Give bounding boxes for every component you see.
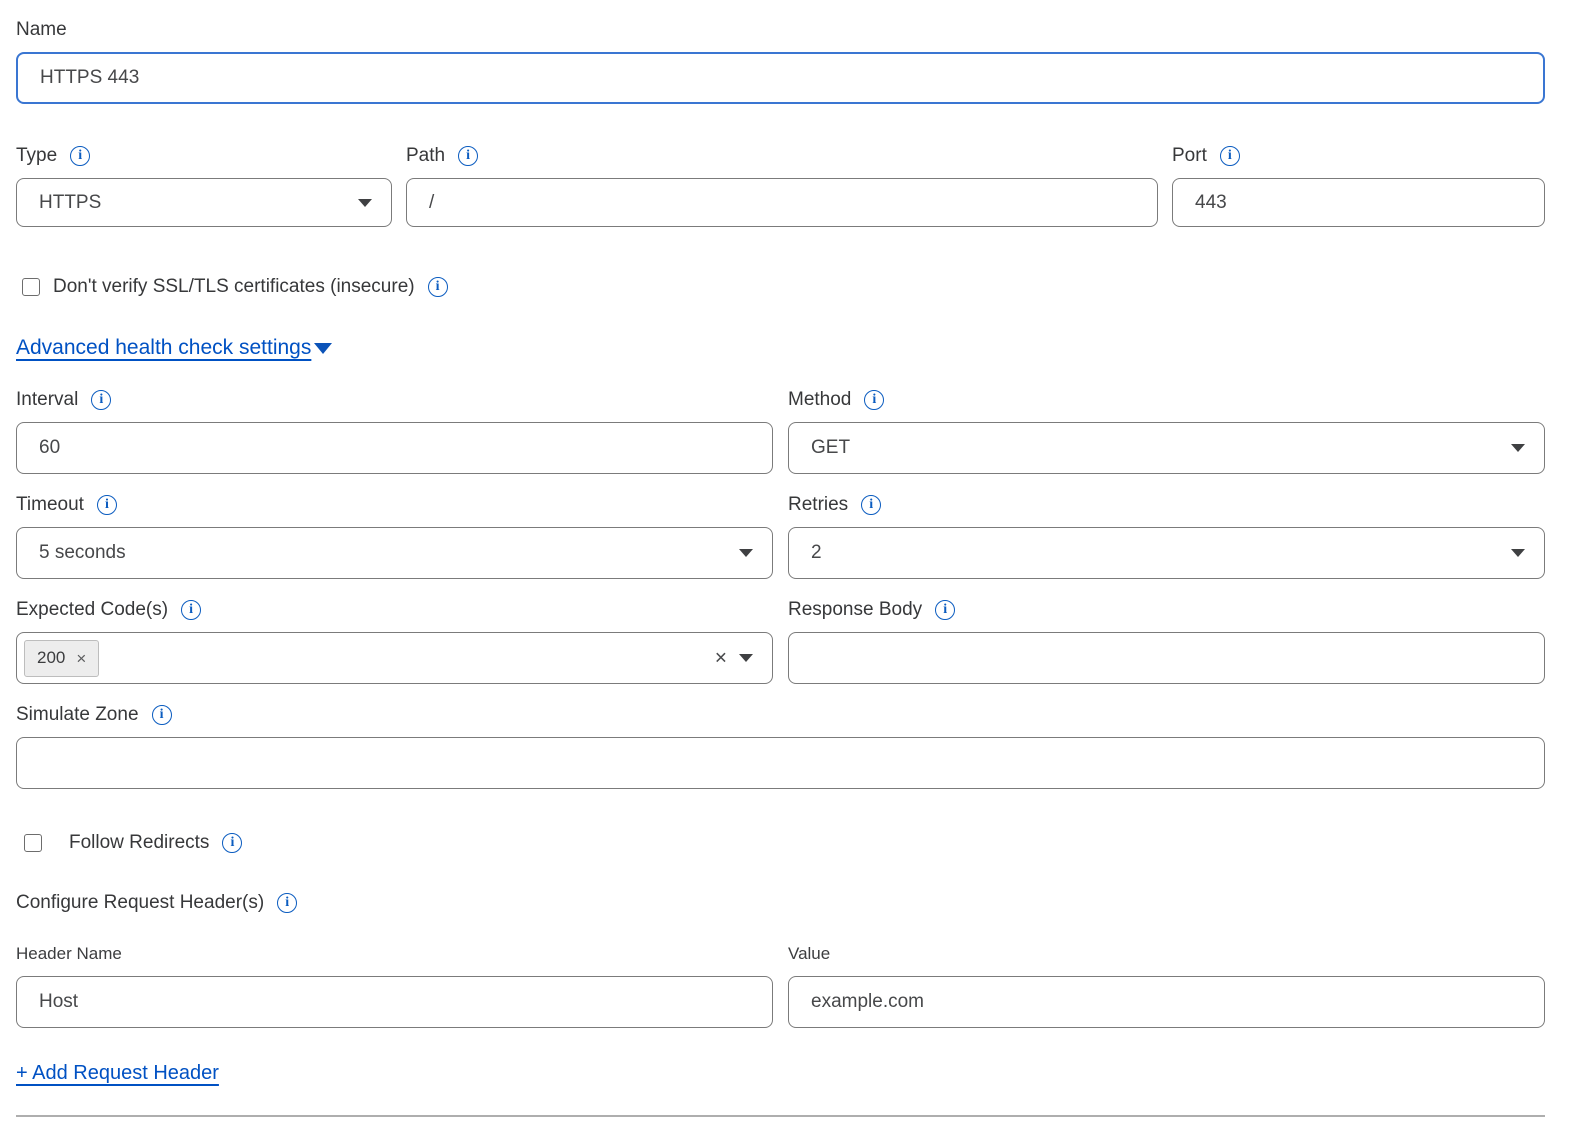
method-select-value: GET — [811, 437, 850, 459]
interval-method-row: Interval i Method i GET — [16, 386, 1545, 474]
port-label: Port — [1172, 142, 1207, 169]
follow-redirects-checkbox[interactable] — [24, 834, 42, 852]
expected-codes-multiselect[interactable]: 200 × × — [16, 632, 773, 684]
retries-info-icon[interactable]: i — [861, 495, 881, 515]
remove-tag-icon[interactable]: × — [76, 650, 86, 667]
response-body-info-icon[interactable]: i — [935, 600, 955, 620]
chevron-down-icon — [1511, 444, 1525, 452]
timeout-select-value: 5 seconds — [39, 542, 126, 564]
advanced-settings-link-label: Advanced health check settings — [16, 336, 311, 360]
timeout-field-group: Timeout i 5 seconds — [16, 491, 773, 579]
method-label: Method — [788, 386, 851, 413]
expected-codes-field-group: Expected Code(s) i 200 × × — [16, 596, 773, 684]
response-body-label: Response Body — [788, 596, 922, 623]
chevron-down-icon — [358, 199, 372, 207]
header-value-label: Value — [788, 940, 830, 967]
add-request-header-link[interactable]: + Add Request Header — [16, 1062, 219, 1085]
simulate-zone-input[interactable] — [16, 737, 1545, 789]
request-headers-label: Configure Request Header(s) — [16, 889, 264, 916]
clear-all-icon[interactable]: × — [715, 648, 727, 669]
advanced-settings-link[interactable]: Advanced health check settings — [16, 336, 311, 360]
method-field-group: Method i GET — [788, 386, 1545, 474]
name-field-group: Name — [16, 16, 1545, 104]
retries-field-group: Retries i 2 — [788, 491, 1545, 579]
chevron-down-icon — [739, 549, 753, 557]
follow-redirects-info-icon[interactable]: i — [222, 833, 242, 853]
method-info-icon[interactable]: i — [864, 390, 884, 410]
header-name-field-group: Header Name — [16, 940, 773, 1028]
name-input[interactable] — [16, 52, 1545, 104]
header-name-input[interactable] — [16, 976, 773, 1028]
header-name-label: Header Name — [16, 940, 122, 967]
path-info-icon[interactable]: i — [458, 146, 478, 166]
interval-input[interactable] — [16, 422, 773, 474]
follow-redirects-label: Follow Redirects — [69, 829, 209, 856]
add-request-header-link-label: + Add Request Header — [16, 1062, 219, 1085]
request-headers-section: Configure Request Header(s) i — [16, 889, 1545, 916]
code-tag: 200 × — [24, 640, 99, 677]
interval-field-group: Interval i — [16, 386, 773, 474]
port-field-group: Port i — [1172, 142, 1545, 227]
timeout-retries-row: Timeout i 5 seconds Retries i 2 — [16, 491, 1545, 579]
port-input[interactable] — [1172, 178, 1545, 227]
path-label: Path — [406, 142, 445, 169]
code-tag-label: 200 — [37, 648, 65, 668]
timeout-select[interactable]: 5 seconds — [16, 527, 773, 579]
add-header-group: + Add Request Header — [16, 1062, 1545, 1085]
name-label: Name — [16, 16, 67, 43]
verify-ssl-checkbox[interactable] — [22, 278, 40, 296]
type-select-value: HTTPS — [39, 192, 101, 214]
interval-info-icon[interactable]: i — [91, 390, 111, 410]
type-path-port-row: Type i HTTPS Path i Port i — [16, 142, 1545, 227]
retries-label: Retries — [788, 491, 848, 518]
path-field-group: Path i — [406, 142, 1158, 227]
type-info-icon[interactable]: i — [70, 146, 90, 166]
path-input[interactable] — [406, 178, 1158, 227]
expected-codes-label: Expected Code(s) — [16, 596, 168, 623]
method-select[interactable]: GET — [788, 422, 1545, 474]
timeout-label: Timeout — [16, 491, 84, 518]
advanced-settings-group: Advanced health check settings — [16, 336, 1545, 360]
interval-label: Interval — [16, 386, 78, 413]
verify-ssl-row: Don't verify SSL/TLS certificates (insec… — [16, 273, 1545, 300]
header-value-input[interactable] — [788, 976, 1545, 1028]
codes-body-row: Expected Code(s) i 200 × × Response Body… — [16, 596, 1545, 684]
expected-codes-info-icon[interactable]: i — [181, 600, 201, 620]
retries-select-value: 2 — [811, 542, 822, 564]
chevron-down-icon — [1511, 549, 1525, 557]
response-body-field-group: Response Body i — [788, 596, 1545, 684]
follow-redirects-row: Follow Redirects i — [16, 829, 1545, 856]
retries-select[interactable]: 2 — [788, 527, 1545, 579]
chevron-down-icon — [739, 654, 753, 662]
type-field-group: Type i HTTPS — [16, 142, 392, 227]
request-header-row: Header Name Value — [16, 940, 1545, 1028]
header-value-field-group: Value — [788, 940, 1545, 1028]
health-check-form: Name Type i HTTPS Path i Port i — [0, 0, 1570, 1127]
type-select[interactable]: HTTPS — [16, 178, 392, 227]
simulate-zone-info-icon[interactable]: i — [152, 705, 172, 725]
section-divider — [16, 1115, 1545, 1117]
request-headers-info-icon[interactable]: i — [277, 893, 297, 913]
verify-ssl-info-icon[interactable]: i — [428, 277, 448, 297]
verify-ssl-label: Don't verify SSL/TLS certificates (insec… — [53, 273, 415, 300]
type-label: Type — [16, 142, 57, 169]
simulate-zone-label: Simulate Zone — [16, 701, 139, 728]
simulate-zone-field-group: Simulate Zone i — [16, 701, 1545, 789]
response-body-input[interactable] — [788, 632, 1545, 684]
caret-down-icon — [314, 343, 332, 354]
timeout-info-icon[interactable]: i — [97, 495, 117, 515]
port-info-icon[interactable]: i — [1220, 146, 1240, 166]
